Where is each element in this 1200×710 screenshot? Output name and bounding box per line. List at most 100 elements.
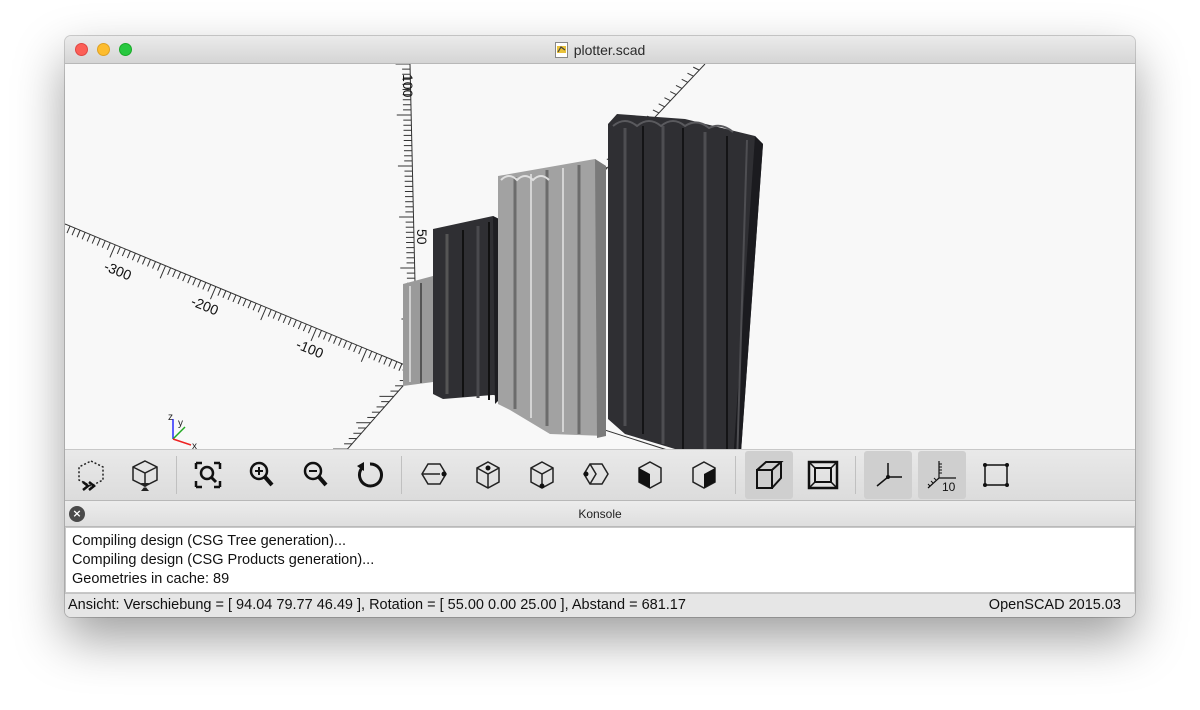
render-icon — [132, 460, 158, 491]
scale-tick — [187, 275, 192, 284]
gizmo-y-label: y — [178, 418, 183, 429]
scale-tick — [182, 273, 187, 282]
console-line: Compiling design (CSG Products generatio… — [72, 552, 375, 568]
scale-tick — [669, 91, 677, 96]
scale-tick — [209, 286, 217, 300]
show-edges-button[interactable] — [972, 451, 1020, 499]
konsole-title: Konsole — [578, 507, 622, 521]
scale-tick — [86, 234, 91, 242]
scale-tick — [664, 97, 671, 102]
scale-tick — [310, 328, 317, 342]
scale-tick — [675, 85, 683, 89]
zoom-in-icon — [249, 461, 274, 487]
render-button[interactable] — [121, 451, 169, 499]
scale-tick — [202, 282, 207, 290]
window-title: plotter.scad — [573, 41, 646, 58]
scale-tick — [292, 319, 297, 328]
status-bar: Ansicht: Verschiebung = [ 94.04 79.77 46… — [65, 593, 1135, 617]
edges-icon — [983, 463, 1009, 487]
scad-document-icon — [554, 41, 568, 58]
axes-icon — [876, 463, 902, 487]
perspective-icon — [756, 461, 784, 489]
scale-tick — [147, 259, 151, 267]
view-all-button[interactable] — [184, 451, 232, 499]
extrusion-dark-1 — [433, 216, 505, 404]
scale-tick — [257, 305, 262, 313]
preview-button[interactable] — [67, 451, 115, 499]
console-output[interactable]: Compiling design (CSG Tree generation)..… — [65, 527, 1135, 593]
viewport-status: Ansicht: Verschiebung = [ 94.04 79.77 46… — [68, 597, 686, 613]
window-title-group: plotter.scad — [65, 36, 1135, 63]
scale-tick — [353, 344, 358, 353]
axis-label-neg-100: -100 — [294, 336, 326, 361]
title-bar: plotter.scad — [65, 36, 1135, 64]
app-window: plotter.scad -300 -200 -100 100 50 z y x… — [65, 36, 1135, 617]
scale-tick — [217, 288, 222, 296]
scale-tick — [116, 246, 121, 255]
view-right-button[interactable] — [410, 451, 458, 499]
scale-tick — [378, 355, 383, 363]
scale-tick — [76, 230, 81, 238]
scale-tick — [172, 269, 177, 278]
view-bottom-button[interactable] — [518, 451, 566, 499]
extrusion-dark-large — [608, 114, 763, 466]
show-scale-markers-button[interactable]: 10 — [918, 451, 966, 499]
scale-tick — [687, 72, 694, 77]
scale-tick — [126, 250, 131, 259]
axis-label-neg-200: -200 — [189, 293, 221, 318]
scale-tick — [338, 338, 343, 346]
toolbar-separator — [176, 456, 177, 494]
console-line: Geometries in cache: 89 — [72, 571, 230, 587]
zoom-fit-icon — [194, 461, 222, 489]
axis-label-neg-300: -300 — [102, 258, 134, 283]
scale-tick — [242, 298, 247, 307]
view-toolbar: 10 — [65, 449, 1135, 501]
console-line: Compiling design (CSG Tree generation)..… — [72, 533, 347, 549]
view-bottom-icon — [530, 461, 554, 489]
scale-tick — [227, 292, 232, 301]
zoom-in-button[interactable] — [238, 451, 286, 499]
view-top-button[interactable] — [464, 451, 512, 499]
scale-markers-icon: 10 — [927, 461, 956, 492]
scale-tick — [287, 317, 292, 326]
toolbar-separator — [401, 456, 402, 494]
toolbar-separator — [735, 456, 736, 494]
scale-tick — [260, 307, 267, 321]
konsole-header: × Konsole — [65, 502, 1135, 527]
view-left-button[interactable] — [572, 451, 620, 499]
scale-tick — [136, 255, 141, 263]
scale-tick — [81, 232, 86, 240]
scale-tick — [681, 78, 688, 83]
scale-tick — [91, 236, 96, 244]
scale-tick — [192, 278, 197, 286]
view-front-button[interactable] — [626, 451, 674, 499]
perspective-button[interactable] — [745, 451, 793, 499]
version-label: OpenSCAD 2015.03 — [988, 597, 1121, 613]
view-back-button[interactable] — [680, 451, 728, 499]
scale-tick — [222, 290, 227, 298]
toolbar-separator — [855, 456, 856, 494]
preview-icon — [78, 460, 104, 491]
extrusion-light-large — [498, 159, 606, 438]
scale-tick — [383, 357, 388, 365]
scale-tick — [237, 296, 242, 305]
scale-tick — [302, 323, 307, 332]
scale-tick — [393, 361, 398, 369]
scale-tick — [267, 309, 272, 317]
scale-tick — [141, 257, 146, 265]
axis-label-z-100: 100 — [400, 74, 416, 98]
scale-tick — [207, 284, 212, 292]
3d-viewport[interactable]: -300 -200 -100 100 50 z y x — [65, 64, 1135, 486]
show-axes-button[interactable] — [864, 451, 912, 499]
zoom-out-button[interactable] — [292, 451, 340, 499]
scale-tick — [101, 240, 106, 248]
scale-tick — [66, 225, 71, 234]
scale-tick — [247, 300, 252, 309]
axis-label-z-50: 50 — [414, 229, 430, 245]
view-top-icon — [476, 461, 500, 489]
reset-view-button[interactable] — [346, 451, 394, 499]
viewport-scene: -300 -200 -100 100 50 z y x — [65, 64, 781, 486]
orthogonal-button[interactable] — [799, 451, 847, 499]
scale-tick — [333, 336, 338, 344]
orthogonal-icon — [807, 460, 839, 490]
